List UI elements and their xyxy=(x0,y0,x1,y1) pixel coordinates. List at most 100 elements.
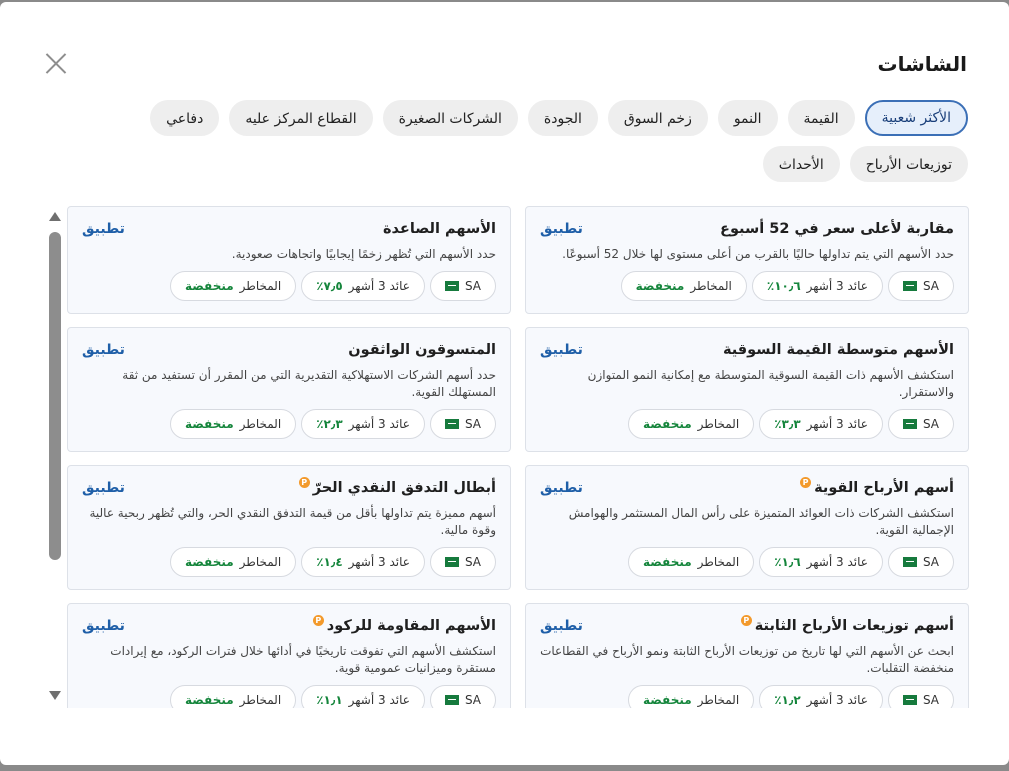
card-tags: SA عائد 3 أشهر ٢٫٣٪ المخاطر منخفضة xyxy=(82,409,496,439)
saudi-flag-icon xyxy=(902,557,917,567)
return-label: عائد 3 أشهر xyxy=(806,555,868,569)
apply-button[interactable]: تطبيق xyxy=(82,342,125,358)
screener-card[interactable]: أبطال التدفق النقدي الحرّ P تطبيق أسهم م… xyxy=(67,465,511,590)
return-value: ٣٫٣٪ xyxy=(774,417,801,431)
risk-value: منخفضة xyxy=(635,279,685,293)
return-value: ٧٫٥٪ xyxy=(316,279,343,293)
return-tag: عائد 3 أشهر ١٫٢٪ xyxy=(759,685,883,708)
tab-1[interactable]: القيمة xyxy=(787,100,855,136)
risk-label: المخاطر xyxy=(239,555,282,569)
market-tag: SA xyxy=(429,685,496,708)
tab-2[interactable]: النمو xyxy=(717,100,778,136)
market-label: SA xyxy=(922,693,939,707)
premium-icon: P xyxy=(740,614,752,626)
return-label: عائد 3 أشهر xyxy=(348,693,410,707)
apply-button[interactable]: تطبيق xyxy=(82,618,125,634)
market-tag: SA xyxy=(887,271,954,301)
card-description: أسهم مميزة يتم تداولها بأقل من قيمة التد… xyxy=(89,506,496,537)
return-value: ١٠٫٦٪ xyxy=(766,279,801,293)
return-tag: عائد 3 أشهر ٧٫٥٪ xyxy=(301,271,425,301)
tab-5[interactable]: الشركات الصغيرة xyxy=(382,100,518,136)
card-description: حدد الأسهم التي تُظهر زخمًا إيجابيًا وات… xyxy=(231,247,496,261)
card-tags: SA عائد 3 أشهر ٧٫٥٪ المخاطر منخفضة xyxy=(82,271,496,301)
saudi-flag-icon xyxy=(444,419,459,429)
apply-button[interactable]: تطبيق xyxy=(540,221,583,237)
market-label: SA xyxy=(464,555,481,569)
market-tag: SA xyxy=(887,409,954,439)
card-title: الأسهم الصاعدة xyxy=(383,221,496,237)
saudi-flag-icon xyxy=(444,281,459,291)
risk-value: منخفضة xyxy=(642,555,692,569)
market-label: SA xyxy=(922,555,939,569)
close-icon[interactable] xyxy=(43,50,69,76)
card-title-text: الأسهم المقاومة للركود xyxy=(326,618,496,634)
market-tag: SA xyxy=(887,685,954,708)
card-title: أسهم توزيعات الأرباح الثابتة P xyxy=(740,614,954,634)
market-label: SA xyxy=(922,417,939,431)
scrollbar[interactable] xyxy=(48,212,62,700)
card-title: أبطال التدفق النقدي الحرّ P xyxy=(298,476,496,496)
screener-card[interactable]: الأسهم الصاعدة تطبيق حدد الأسهم التي تُظ… xyxy=(67,206,511,314)
card-tags: SA عائد 3 أشهر ٣٫٣٪ المخاطر منخفضة xyxy=(540,409,954,439)
saudi-flag-icon xyxy=(902,281,917,291)
return-tag: عائد 3 أشهر ١٫٤٪ xyxy=(301,547,425,577)
apply-button[interactable]: تطبيق xyxy=(540,342,583,358)
screener-list[interactable]: مقاربة لأعلى سعر في 52 أسبوع تطبيق حدد ا… xyxy=(66,206,969,708)
tab-9[interactable]: الأحداث xyxy=(762,146,840,182)
return-value: ٢٫٣٪ xyxy=(316,417,343,431)
scroll-up-arrow-icon[interactable] xyxy=(49,212,61,221)
card-title-text: أسهم الأرباح القوية xyxy=(814,480,954,496)
return-value: ١٫٤٪ xyxy=(316,555,343,569)
market-label: SA xyxy=(464,693,481,707)
screener-card[interactable]: المتسوقون الواثقون تطبيق حدد أسهم الشركا… xyxy=(67,327,511,452)
risk-label: المخاطر xyxy=(697,555,740,569)
card-title: الأسهم متوسطة القيمة السوقية xyxy=(723,342,954,358)
scrollbar-thumb[interactable] xyxy=(49,232,61,560)
card-tags: SA عائد 3 أشهر ١٫١٪ المخاطر منخفضة xyxy=(82,685,496,708)
return-label: عائد 3 أشهر xyxy=(806,279,868,293)
premium-icon: P xyxy=(298,476,310,488)
tab-6[interactable]: القطاع المركز عليه xyxy=(229,100,373,136)
return-value: ١٫٦٪ xyxy=(774,555,801,569)
tab-7[interactable]: دفاعي xyxy=(150,100,220,136)
card-tags: SA عائد 3 أشهر ١٠٫٦٪ المخاطر منخفضة xyxy=(540,271,954,301)
apply-button[interactable]: تطبيق xyxy=(540,618,583,634)
risk-tag: المخاطر منخفضة xyxy=(169,409,297,439)
card-tags: SA عائد 3 أشهر ١٫٢٪ المخاطر منخفضة xyxy=(540,685,954,708)
card-title: مقاربة لأعلى سعر في 52 أسبوع xyxy=(720,221,954,237)
tab-0[interactable]: الأكثر شعبية xyxy=(864,100,968,136)
card-title-text: أسهم توزيعات الأرباح الثابتة xyxy=(754,618,954,634)
market-tag: SA xyxy=(887,547,954,577)
apply-button[interactable]: تطبيق xyxy=(82,221,125,237)
card-description: استكشف الشركات ذات العوائد المتميزة على … xyxy=(568,506,954,537)
card-title: أسهم الأرباح القوية P xyxy=(800,476,954,496)
tab-8[interactable]: توزيعات الأرباح xyxy=(849,146,968,182)
return-tag: عائد 3 أشهر ١٫١٪ xyxy=(301,685,425,708)
card-description: ابحث عن الأسهم التي لها تاريخ من توزيعات… xyxy=(540,644,954,675)
card-title-text: مقاربة لأعلى سعر في 52 أسبوع xyxy=(720,221,954,237)
screener-card[interactable]: الأسهم متوسطة القيمة السوقية تطبيق استكش… xyxy=(525,327,969,452)
screener-card[interactable]: الأسهم المقاومة للركود P تطبيق استكشف ال… xyxy=(67,603,511,708)
risk-tag: المخاطر منخفضة xyxy=(627,685,755,708)
saudi-flag-icon xyxy=(902,419,917,429)
market-label: SA xyxy=(464,417,481,431)
screener-card[interactable]: أسهم توزيعات الأرباح الثابتة P تطبيق ابح… xyxy=(525,603,969,708)
screener-card[interactable]: أسهم الأرباح القوية P تطبيق استكشف الشرك… xyxy=(525,465,969,590)
risk-value: منخفضة xyxy=(642,417,692,431)
apply-button[interactable]: تطبيق xyxy=(82,480,125,496)
tab-3[interactable]: زخم السوق xyxy=(607,100,708,136)
return-label: عائد 3 أشهر xyxy=(806,417,868,431)
card-title-text: الأسهم الصاعدة xyxy=(382,221,496,237)
return-label: عائد 3 أشهر xyxy=(806,693,868,707)
apply-button[interactable]: تطبيق xyxy=(540,480,583,496)
market-label: SA xyxy=(922,279,939,293)
scroll-down-arrow-icon[interactable] xyxy=(49,691,61,700)
card-title: المتسوقون الواثقون xyxy=(348,342,496,358)
card-description: استكشف الأسهم التي تفوقت تاريخيًا في أدا… xyxy=(110,644,496,675)
risk-label: المخاطر xyxy=(239,417,282,431)
screener-card[interactable]: مقاربة لأعلى سعر في 52 أسبوع تطبيق حدد ا… xyxy=(525,206,969,314)
tab-4[interactable]: الجودة xyxy=(527,100,598,136)
card-title-text: المتسوقون الواثقون xyxy=(348,342,496,358)
risk-tag: المخاطر منخفضة xyxy=(169,271,297,301)
card-description: استكشف الأسهم ذات القيمة السوقية المتوسط… xyxy=(587,368,954,399)
